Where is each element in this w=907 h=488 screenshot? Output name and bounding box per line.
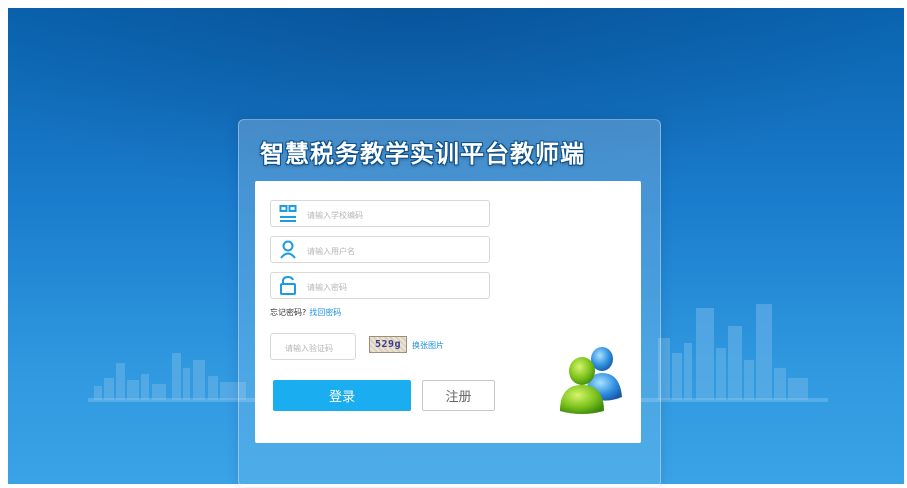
password-input[interactable] xyxy=(305,278,489,296)
school-code-field xyxy=(270,200,490,227)
forgot-password-row: 忘记密码? 找回密码 xyxy=(270,307,341,318)
refresh-captcha-link[interactable]: 换张图片 xyxy=(412,340,444,351)
page-title: 智慧税务教学实训平台教师端 xyxy=(260,140,585,168)
users-icon xyxy=(560,347,622,414)
password-field xyxy=(270,272,490,299)
username-field xyxy=(270,236,490,263)
username-input[interactable] xyxy=(305,242,489,260)
forgot-password-text: 忘记密码? xyxy=(270,308,307,317)
building-icon xyxy=(279,205,297,222)
lock-icon xyxy=(280,276,296,295)
captcha-field xyxy=(270,333,357,360)
register-button[interactable]: 注册 xyxy=(422,380,495,411)
captcha-input[interactable] xyxy=(283,339,357,357)
login-button[interactable]: 登录 xyxy=(273,380,411,411)
captcha-image[interactable]: 529g xyxy=(369,336,407,353)
find-password-link[interactable]: 找回密码 xyxy=(309,308,341,317)
school-code-input[interactable] xyxy=(305,206,489,224)
user-icon xyxy=(280,240,296,259)
